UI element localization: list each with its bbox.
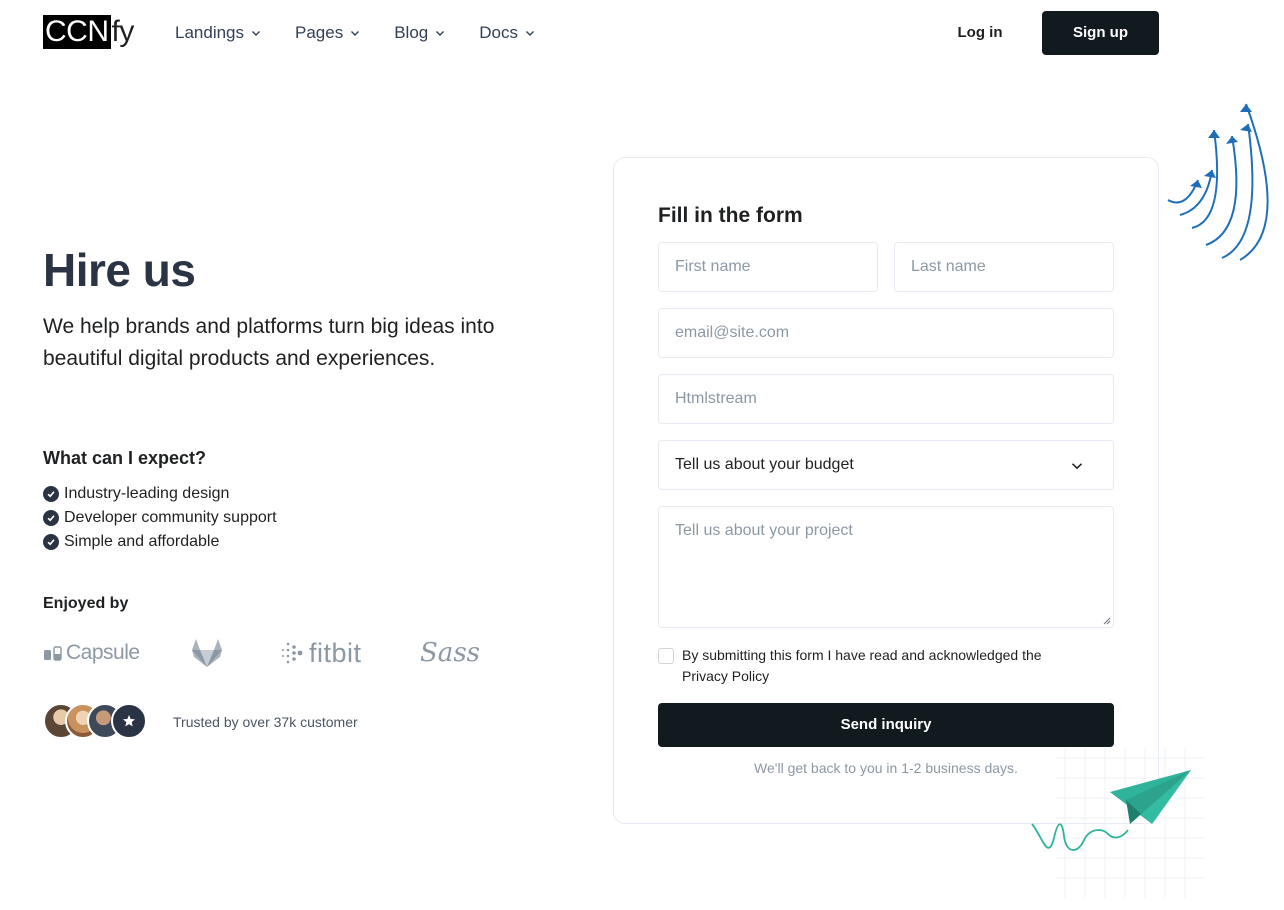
main-menu: Landings Pages Blog Docs	[175, 22, 569, 44]
paper-plane-decoration-icon	[1031, 770, 1191, 851]
capsule-icon	[44, 646, 62, 661]
email-placeholder: email@site.com	[675, 324, 790, 341]
expect-heading: What can I expect?	[43, 448, 207, 468]
curved-arrows-decoration-icon	[1167, 103, 1269, 261]
consent-label: By submitting this form I have read and …	[682, 645, 1102, 687]
list-item: Developer community support	[43, 506, 277, 530]
check-circle-icon	[43, 486, 59, 502]
star-icon	[123, 715, 135, 727]
menu-item-label: Pages	[295, 23, 344, 42]
logo-rest-text: fy	[111, 15, 135, 48]
menu-item-label: Docs	[479, 23, 518, 42]
budget-selected-value: Tell us about your budget	[675, 456, 854, 473]
send-inquiry-button[interactable]: Send inquiry	[658, 703, 1114, 747]
project-placeholder: Tell us about your project	[675, 522, 853, 539]
hero-subtitle: We help brands and platforms turn big id…	[43, 315, 495, 370]
fitbit-logo-text: fitbit	[309, 637, 362, 668]
chevron-down-icon	[1071, 463, 1083, 470]
last-name-placeholder: Last name	[911, 258, 986, 275]
feature-list: Industry-leading design Developer commun…	[43, 482, 277, 554]
fitbit-logo: fitbit	[281, 632, 362, 674]
first-name-placeholder: First name	[675, 258, 751, 275]
menu-item-blog[interactable]: Blog	[394, 22, 445, 44]
list-item-label: Simple and affordable	[64, 533, 220, 550]
capsule-logo: Capsule	[43, 632, 140, 674]
chevron-down-icon	[436, 31, 445, 36]
first-name-field[interactable]: First name	[658, 242, 878, 292]
sass-logo-text: Sass	[420, 638, 480, 668]
resize-handle-icon[interactable]	[1103, 617, 1111, 625]
company-placeholder: Htmlstream	[675, 390, 757, 407]
star-avatar	[111, 703, 147, 739]
menu-item-pages[interactable]: Pages	[295, 22, 360, 44]
privacy-policy-link[interactable]: Privacy Policy	[682, 668, 769, 684]
check-circle-icon	[43, 510, 59, 526]
consent-checkbox[interactable]	[658, 648, 674, 664]
consent-text: By submitting this form I have read and …	[682, 647, 1042, 663]
avatar-group	[43, 703, 153, 741]
menu-item-label: Blog	[394, 23, 429, 42]
logo-box-text: CCN	[43, 15, 111, 49]
list-item-label: Industry-leading design	[64, 485, 230, 502]
menu-item-docs[interactable]: Docs	[479, 22, 535, 44]
trusted-by-text: Trusted by over 37k customer	[173, 714, 358, 730]
list-item-label: Developer community support	[64, 509, 277, 526]
capsule-logo-text: Capsule	[66, 641, 140, 664]
last-name-field[interactable]: Last name	[894, 242, 1114, 292]
enjoyed-by-heading: Enjoyed by	[43, 595, 129, 612]
chevron-down-icon	[525, 31, 534, 36]
company-field[interactable]: Htmlstream	[658, 374, 1114, 424]
login-link[interactable]: Log in	[944, 22, 1016, 44]
list-item: Simple and affordable	[43, 530, 277, 554]
menu-item-label: Landings	[175, 23, 245, 42]
project-textarea[interactable]: Tell us about your project	[658, 506, 1114, 628]
chevron-down-icon	[351, 31, 360, 36]
gitlab-logo-icon	[192, 639, 222, 667]
email-field[interactable]: email@site.com	[658, 308, 1114, 358]
top-navbar: CCN fy Landings Pages Blog Docs Log in Si…	[0, 0, 1284, 66]
signup-button[interactable]: Sign up	[1042, 11, 1159, 55]
menu-item-landings[interactable]: Landings	[175, 22, 261, 44]
page-title: Hire us	[43, 244, 196, 296]
sass-logo: Sass	[420, 632, 480, 674]
form-title: Fill in the form	[658, 204, 803, 227]
fitbit-dots-icon	[282, 642, 303, 664]
chevron-down-icon	[252, 31, 261, 36]
budget-select[interactable]: Tell us about your budget	[658, 440, 1114, 490]
logo[interactable]: CCN fy	[43, 15, 134, 49]
check-circle-icon	[43, 534, 59, 550]
list-item: Industry-leading design	[43, 482, 277, 506]
